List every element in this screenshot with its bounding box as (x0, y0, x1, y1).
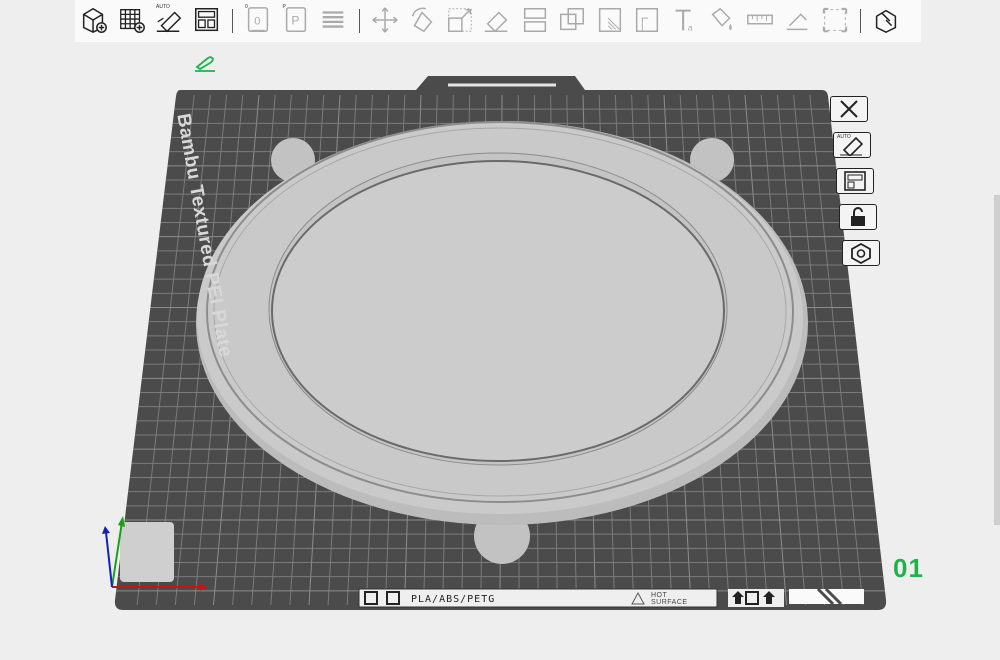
top-toolbar: AUTO 0 0 P Pa (75, 0, 921, 42)
assembly-icon[interactable] (781, 4, 813, 36)
arrange-icon[interactable] (191, 4, 223, 36)
icon-label: AUTO (156, 4, 170, 10)
measure-icon[interactable] (744, 4, 776, 36)
toolbar-separator (232, 9, 233, 33)
plate-material-label: PLA/ABS/PETG (411, 594, 496, 605)
color-paint-icon[interactable] (706, 4, 738, 36)
assembly-view-icon[interactable] (870, 4, 902, 36)
svg-text:P: P (291, 14, 299, 28)
arrange-plate-button[interactable] (836, 168, 874, 194)
lock-plate-button[interactable] (839, 204, 877, 230)
toolbar-separator (358, 9, 360, 33)
boolean-icon[interactable] (556, 4, 588, 36)
plate-slice-icon[interactable]: 00 (242, 4, 274, 36)
text-icon[interactable]: a (669, 4, 701, 36)
toolbar-separator (860, 9, 861, 33)
plate-settings-icon (851, 242, 871, 264)
lock-plate-icon (851, 207, 865, 226)
corner-pad (120, 522, 174, 582)
remove-plate-button[interactable] (830, 96, 868, 122)
lay-on-face-icon[interactable] (481, 4, 513, 36)
plate-settings-button[interactable] (842, 240, 880, 266)
move-icon[interactable] (369, 4, 401, 36)
vertical-scrollbar[interactable] (994, 195, 1000, 525)
svg-text:a: a (687, 22, 692, 32)
variable-layer-icon[interactable] (819, 4, 851, 36)
support-paint-icon[interactable] (594, 4, 626, 36)
cut-icon[interactable] (519, 4, 551, 36)
remove-plate-icon (840, 100, 858, 118)
scale-icon[interactable] (444, 4, 476, 36)
layers-icon[interactable] (317, 4, 349, 36)
svg-text:0: 0 (254, 16, 260, 28)
icon-label: P (282, 4, 286, 10)
seam-paint-icon[interactable] (631, 4, 663, 36)
auto-orient-icon[interactable]: AUTO (153, 4, 185, 36)
hot-surface-label: HOT SURFACE (651, 592, 688, 606)
add-object-icon[interactable] (78, 4, 110, 36)
arrange-plate-icon (844, 171, 866, 191)
rotate-icon[interactable] (406, 4, 438, 36)
icon-label: 0 (245, 4, 248, 10)
plate-number: 01 (893, 553, 924, 583)
add-plate-icon[interactable] (116, 4, 148, 36)
plate-print-icon[interactable]: PP (280, 4, 312, 36)
auto-orient-plate-button[interactable]: AUTO (833, 132, 871, 158)
edit-pen-icon[interactable] (193, 54, 217, 74)
icon-label: AUTO (837, 134, 851, 140)
